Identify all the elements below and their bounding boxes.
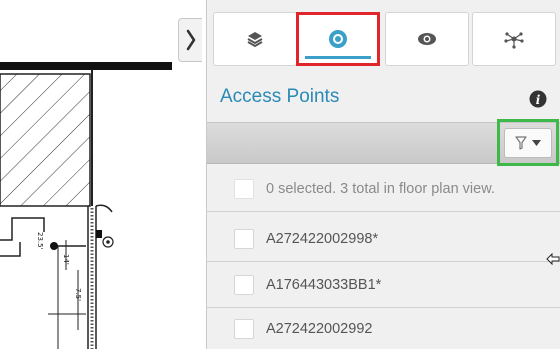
select-all-row[interactable]: 0 selected. 3 total in floor plan view. <box>207 166 560 212</box>
filter-icon <box>515 135 527 150</box>
access-point-checkbox[interactable] <box>234 319 254 339</box>
list-item[interactable]: A272422002998* <box>207 216 560 262</box>
tab-visibility[interactable] <box>385 12 469 66</box>
side-panel: Access Points i 0 selected. 3 total in f… <box>206 0 560 349</box>
access-point-checkbox[interactable] <box>234 274 254 295</box>
tab-layers[interactable] <box>213 12 297 66</box>
section-title: Access Points <box>220 86 340 107</box>
network-icon <box>504 32 524 49</box>
floor-plan-drawing <box>0 62 172 349</box>
select-all-checkbox[interactable] <box>234 178 254 199</box>
floor-plan-canvas[interactable]: 23.5' 14' 7.5' <box>0 0 206 349</box>
svg-text:i: i <box>536 93 541 107</box>
access-point-label: A272422002998* <box>266 230 379 247</box>
access-point-label: A176443033BB1* <box>266 276 382 293</box>
access-point-checkbox[interactable] <box>234 228 254 249</box>
tab-bar <box>207 0 560 76</box>
eye-icon <box>418 33 436 45</box>
resize-cursor-icon <box>546 253 560 265</box>
access-point-icon <box>329 30 347 48</box>
dimension-label: 14' <box>62 254 70 265</box>
caret-down-icon <box>532 139 541 146</box>
list-item[interactable]: A176443033BB1* <box>207 262 560 308</box>
layers-icon <box>247 32 263 48</box>
active-tab-indicator <box>305 56 371 59</box>
dimension-label: 7.5' <box>74 288 82 302</box>
selection-summary: 0 selected. 3 total in floor plan view. <box>266 180 495 197</box>
tab-network[interactable] <box>472 12 556 66</box>
list-item[interactable]: A272422002992 <box>207 306 560 352</box>
info-icon[interactable]: i <box>529 90 547 108</box>
dimension-label: 23.5' <box>36 232 44 250</box>
filter-button[interactable] <box>497 119 559 166</box>
tab-access-points[interactable] <box>296 12 380 66</box>
access-point-label: A272422002992 <box>266 321 373 337</box>
chevron-right-icon <box>186 29 195 51</box>
collapse-panel-button[interactable] <box>178 18 202 62</box>
